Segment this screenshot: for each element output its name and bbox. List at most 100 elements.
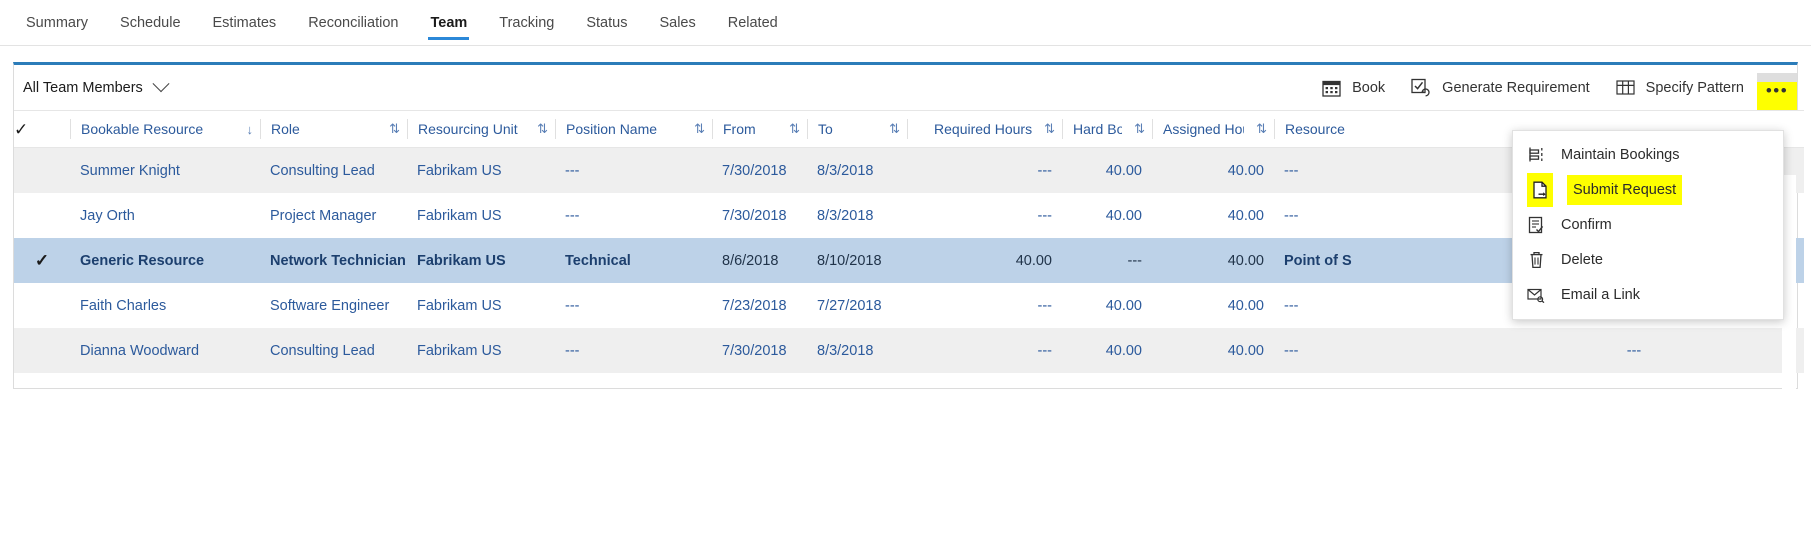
- cell-resourcing-unit[interactable]: Fabrikam US: [407, 193, 555, 238]
- cell-resource[interactable]: ---: [1274, 328, 1464, 373]
- cell-position-name[interactable]: Technical: [555, 238, 712, 283]
- tab-reconciliation[interactable]: Reconciliation: [292, 0, 414, 46]
- column-header-from[interactable]: From⇅: [712, 111, 807, 148]
- overflow-menu-button[interactable]: •••: [1757, 65, 1797, 110]
- tab-label: Team: [430, 15, 467, 31]
- cell-from: 7/30/2018: [712, 193, 807, 238]
- column-header-hardboo[interactable]: Hard Boo...⇅: [1062, 111, 1152, 148]
- overflow-dots-icon: •••: [1766, 82, 1788, 110]
- sort-toggle-icon[interactable]: ⇅: [537, 121, 548, 137]
- cell-resource[interactable]: Point of S: [1274, 238, 1464, 283]
- cell-assigned-hours: 40.00: [1152, 328, 1274, 373]
- column-header-requiredhours[interactable]: Required Hours⇅: [907, 111, 1062, 148]
- cell-resource[interactable]: ---: [1274, 283, 1464, 328]
- column-header-inner: From⇅: [712, 119, 807, 139]
- sort-desc-icon[interactable]: ↓: [247, 122, 254, 137]
- column-header-positionname[interactable]: Position Name ⇅: [555, 111, 712, 148]
- cell-role[interactable]: Consulting Lead: [260, 328, 407, 373]
- row-select-checkbox[interactable]: ✓: [14, 238, 70, 283]
- column-header-bookableresource[interactable]: Bookable Resource↓: [70, 111, 260, 148]
- column-header-resourcingunit[interactable]: Resourcing Unit ⇅: [407, 111, 555, 148]
- specify-pattern-button[interactable]: Specify Pattern: [1603, 65, 1757, 110]
- column-header-resource[interactable]: Resource: [1274, 111, 1464, 148]
- cell-position-name[interactable]: ---: [555, 148, 712, 194]
- cell-role[interactable]: Network Technician: [260, 238, 407, 283]
- cell-resourcing-unit[interactable]: Fabrikam US: [407, 238, 555, 283]
- cell-resource[interactable]: ---: [1274, 193, 1464, 238]
- cell-from: 7/30/2018: [712, 148, 807, 194]
- sort-toggle-icon[interactable]: ⇅: [389, 121, 400, 137]
- row-select-checkbox[interactable]: [14, 283, 70, 328]
- tab-related[interactable]: Related: [712, 0, 794, 46]
- column-header-role[interactable]: Role ⇅: [260, 111, 407, 148]
- cell-position-name[interactable]: ---: [555, 283, 712, 328]
- menu-item-maintain-bookings[interactable]: Maintain Bookings: [1513, 137, 1783, 172]
- column-header-label: Position Name: [566, 121, 657, 137]
- cell-bookable-resource[interactable]: Jay Orth: [70, 193, 260, 238]
- column-header-label: Resourcing Unit: [418, 121, 518, 137]
- cell-hard-booked-hours: 40.00: [1062, 328, 1152, 373]
- sort-toggle-icon[interactable]: ⇅: [889, 121, 900, 137]
- menu-item-confirm[interactable]: Confirm: [1513, 207, 1783, 242]
- cell-role[interactable]: Software Engineer: [260, 283, 407, 328]
- email-link-icon: [1527, 286, 1545, 304]
- cell-resource[interactable]: ---: [1274, 148, 1464, 194]
- tab-status[interactable]: Status: [570, 0, 643, 46]
- confirm-icon: [1527, 216, 1545, 234]
- sort-toggle-icon[interactable]: ⇅: [694, 121, 705, 137]
- cell-role[interactable]: Consulting Lead: [260, 148, 407, 194]
- cell-bookable-resource[interactable]: Dianna Woodward: [70, 328, 260, 373]
- menu-item-email-a-link[interactable]: Email a Link: [1513, 277, 1783, 312]
- tab-tracking[interactable]: Tracking: [483, 0, 570, 46]
- checkbox-refresh-icon: [1411, 78, 1431, 97]
- cell-hard-booked-hours: ---: [1062, 238, 1152, 283]
- menu-item-label: Email a Link: [1561, 287, 1640, 303]
- cell-hard-booked-hours: 40.00: [1062, 193, 1152, 238]
- cell-to: 8/3/2018: [807, 328, 907, 373]
- tab-team[interactable]: Team: [414, 0, 483, 46]
- cell-assigned-hours: 40.00: [1152, 148, 1274, 194]
- cell-resourcing-unit[interactable]: Fabrikam US: [407, 148, 555, 194]
- tab-schedule[interactable]: Schedule: [104, 0, 196, 46]
- cell-resourcing-unit[interactable]: Fabrikam US: [407, 283, 555, 328]
- tab-label: Schedule: [120, 15, 180, 31]
- row-select-checkbox[interactable]: [14, 193, 70, 238]
- column-header-inner: Hard Boo...⇅: [1062, 119, 1152, 139]
- vertical-scrollbar[interactable]: [1782, 175, 1796, 390]
- cell-position-name[interactable]: ---: [555, 328, 712, 373]
- cell-to: 8/3/2018: [807, 193, 907, 238]
- book-button[interactable]: Book: [1309, 65, 1398, 110]
- column-header-inner: Bookable Resource↓: [70, 119, 260, 139]
- app-screen: Summary Schedule EstimatesReconciliation Te…: [0, 0, 1811, 542]
- cell-bookable-resource[interactable]: Faith Charles: [70, 283, 260, 328]
- generate-requirement-button[interactable]: Generate Requirement: [1398, 65, 1603, 110]
- sort-toggle-icon[interactable]: ⇅: [789, 121, 800, 137]
- cell-bookable-resource[interactable]: Summer Knight: [70, 148, 260, 194]
- cell-hard-booked-hours: 40.00: [1062, 148, 1152, 194]
- menu-item-delete[interactable]: Delete: [1513, 242, 1783, 277]
- column-header-to[interactable]: To⇅: [807, 111, 907, 148]
- tab-sales[interactable]: Sales: [643, 0, 711, 46]
- cell-required-hours: ---: [907, 148, 1062, 194]
- row-select-checkbox[interactable]: [14, 328, 70, 373]
- sort-toggle-icon[interactable]: ⇅: [1134, 121, 1145, 137]
- view-selector[interactable]: All Team Members: [14, 80, 167, 96]
- column-header-assignedhours[interactable]: Assigned Hours⇅: [1152, 111, 1274, 148]
- tab-estimates[interactable]: Estimates: [197, 0, 293, 46]
- column-header-label: Role: [271, 121, 300, 137]
- row-select-checkbox[interactable]: [14, 148, 70, 194]
- select-all-header[interactable]: ✓: [14, 111, 70, 148]
- cell-hard-booked-hours: 40.00: [1062, 283, 1152, 328]
- column-header-inner: Resourcing Unit ⇅: [407, 119, 555, 139]
- tab-summary[interactable]: Summary: [10, 0, 104, 46]
- cell-position-name[interactable]: ---: [555, 193, 712, 238]
- menu-item-submit-request[interactable]: Submit Request: [1513, 172, 1783, 207]
- cell-role[interactable]: Project Manager: [260, 193, 407, 238]
- cell-required-hours: 40.00: [907, 238, 1062, 283]
- cell-bookable-resource[interactable]: Generic Resource: [70, 238, 260, 283]
- sort-toggle-icon[interactable]: ⇅: [1256, 121, 1267, 137]
- generate-requirement-label: Generate Requirement: [1442, 80, 1590, 96]
- table-row[interactable]: Dianna WoodwardConsulting LeadFabrikam U…: [14, 328, 1804, 373]
- sort-toggle-icon[interactable]: ⇅: [1044, 121, 1055, 137]
- cell-resourcing-unit[interactable]: Fabrikam US: [407, 328, 555, 373]
